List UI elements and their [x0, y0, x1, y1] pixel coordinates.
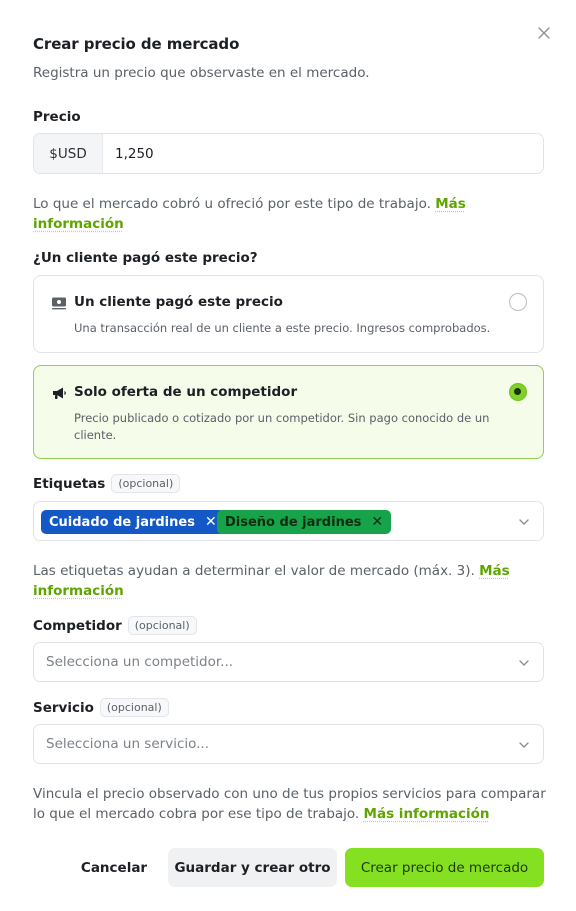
tags-optional-badge: (opcional) [111, 474, 181, 493]
radio-client-paid[interactable] [509, 293, 527, 311]
option-client-paid-description: Una transacción real de un cliente a est… [74, 321, 491, 335]
competitor-label: Competidor (opcional) [33, 616, 197, 635]
tags-select[interactable]: Cuidado de jardines ✕ Diseño de jardines… [33, 501, 544, 541]
service-optional-badge: (opcional) [99, 698, 169, 717]
price-field: $USD [33, 133, 544, 174]
option-competitor-offer-title: Solo oferta de un competidor [74, 384, 298, 400]
create-market-price-button[interactable]: Crear precio de mercado [345, 848, 544, 887]
service-placeholder: Selecciona un servicio... [46, 736, 210, 752]
radio-competitor-offer[interactable] [509, 383, 527, 401]
tags-help: Las etiquetas ayudan a determinar el val… [33, 563, 510, 599]
option-client-paid[interactable]: Un cliente pagó este precio Una transacc… [33, 275, 544, 353]
tags-label: Etiquetas (opcional) [33, 474, 181, 493]
close-button[interactable] [535, 24, 553, 42]
close-icon [538, 27, 550, 39]
price-label: Precio [33, 109, 81, 125]
competitor-select[interactable]: Selecciona un competidor... [33, 642, 544, 682]
service-help: Vincula el precio observado con uno de t… [33, 786, 546, 822]
dialog-subtitle: Registra un precio que observaste en el … [33, 65, 370, 81]
chevron-down-icon [519, 742, 529, 748]
chevron-down-icon [519, 660, 529, 666]
remove-tag-icon[interactable]: ✕ [205, 515, 217, 529]
cancel-button[interactable]: Cancelar [72, 848, 156, 887]
service-select[interactable]: Selecciona un servicio... [33, 724, 544, 764]
competitor-optional-badge: (opcional) [127, 616, 197, 635]
remove-tag-icon[interactable]: ✕ [371, 515, 383, 529]
megaphone-icon [53, 387, 66, 399]
option-competitor-offer[interactable]: Solo oferta de un competidor Precio publ… [33, 365, 544, 459]
money-icon [52, 297, 66, 310]
option-competitor-offer-description: Precio publicado o cotizado por un compe… [74, 411, 490, 442]
price-help: Lo que el mercado cobró u ofreció por es… [33, 196, 466, 232]
price-input[interactable] [103, 134, 543, 173]
tag-chip: Diseño de jardines ✕ [217, 510, 392, 534]
currency-prefix: $USD [34, 134, 103, 173]
service-label: Servicio (opcional) [33, 698, 169, 717]
tag-chip: Cuidado de jardines ✕ [41, 510, 225, 534]
payment-question-label: ¿Un cliente pagó este precio? [33, 250, 258, 266]
dialog-title: Crear precio de mercado [33, 35, 240, 53]
save-and-new-button[interactable]: Guardar y crear otro [168, 848, 337, 887]
competitor-placeholder: Selecciona un competidor... [46, 654, 234, 670]
option-client-paid-title: Un cliente pagó este precio [74, 294, 283, 310]
chevron-down-icon[interactable] [517, 515, 531, 529]
service-more-info-link[interactable]: Más información [364, 806, 490, 822]
